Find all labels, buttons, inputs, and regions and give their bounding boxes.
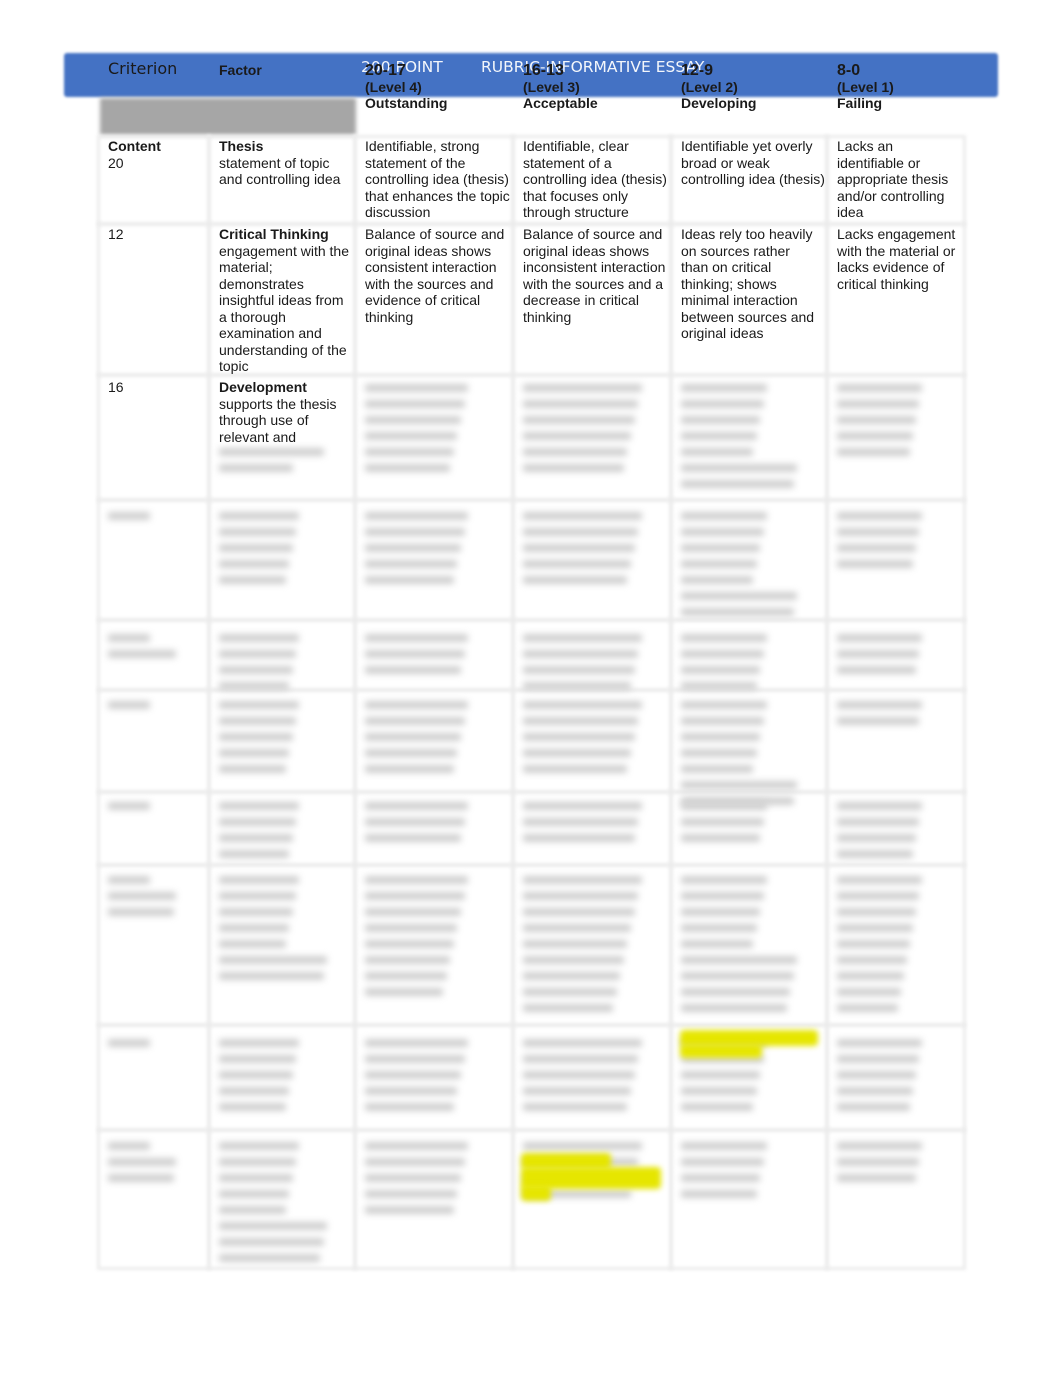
obscured-text: [523, 701, 643, 781]
obscured-text: [837, 512, 937, 576]
obscured-text: [365, 876, 485, 1004]
obscured-text: [365, 384, 485, 480]
obscured-text: [837, 876, 937, 1020]
column-header-level4: 20-17 (Level 4) Outstanding: [365, 62, 448, 112]
obscured-text: [837, 701, 937, 733]
obscured-text: [523, 1039, 643, 1119]
obscured-text: [108, 634, 178, 666]
column-divider: [207, 135, 211, 1270]
rubric-page: 200 POINT RUBRIC-INFORMATIVE ESSAY Crite…: [0, 0, 1062, 1377]
column-header-level1: 8-0 (Level 1) Failing: [837, 62, 894, 112]
obscured-text: [219, 1142, 329, 1270]
row-divider: [97, 618, 966, 622]
obscured-text: [108, 802, 178, 818]
obscured-text: [681, 876, 801, 1020]
row-divider: [97, 790, 966, 794]
row-criterion: 16: [108, 379, 124, 395]
row-criterion: Content 20: [108, 138, 161, 171]
obscured-text: [219, 634, 329, 698]
column-header-criterion: Criterion: [108, 59, 178, 78]
obscured-text: [365, 802, 485, 850]
row-level4-desc: Balance of source and original ideas sho…: [365, 226, 505, 325]
row-divider: [97, 1128, 966, 1132]
row-factor: Thesis statement of topic and controllin…: [219, 138, 341, 187]
obscured-text: [365, 701, 485, 781]
row-level3-desc: Balance of source and original ideas sho…: [523, 226, 666, 325]
obscured-text: [365, 634, 485, 682]
obscured-text: [108, 1142, 178, 1190]
highlight-mark: [680, 1044, 762, 1058]
column-header-factor: Factor: [219, 62, 262, 78]
obscured-text: [837, 384, 937, 464]
obscured-text: [108, 876, 178, 924]
obscured-text: [681, 701, 801, 813]
column-divider: [825, 135, 829, 1270]
obscured-text: [681, 384, 801, 496]
obscured-text: [837, 1039, 937, 1119]
obscured-text: [219, 701, 329, 781]
obscured-text: [219, 1039, 329, 1119]
obscured-text: [365, 1142, 485, 1222]
obscured-text: [108, 512, 178, 528]
row-criterion: 12: [108, 226, 124, 242]
obscured-text: [523, 384, 643, 480]
obscured-text: [681, 512, 801, 624]
row-level1-desc: Lacks an identifiable or appropriate the…: [837, 138, 949, 220]
obscured-text: [219, 448, 324, 480]
row-level3-desc: Identifiable, clear statement of a contr…: [523, 138, 667, 220]
obscured-text: [108, 701, 178, 717]
row-level2-desc: Identifiable yet overly broad or weak co…: [681, 138, 825, 187]
obscured-text: [219, 876, 329, 988]
obscured-text: [681, 1142, 801, 1206]
row-divider: [97, 1023, 966, 1027]
obscured-text: [523, 802, 643, 850]
obscured-text: [837, 802, 937, 866]
obscured-text: [837, 1142, 937, 1190]
obscured-text: [681, 802, 801, 850]
row-level4-desc: Identifiable, strong statement of the co…: [365, 138, 510, 220]
obscured-text: [523, 876, 643, 1020]
column-divider: [669, 135, 673, 1270]
obscured-text: [108, 1039, 178, 1055]
row-level1-desc: Lacks engagement with the material or la…: [837, 226, 956, 292]
row-divider: [97, 498, 966, 502]
obscured-text: [365, 1039, 485, 1119]
obscured-text: [219, 512, 329, 592]
column-divider: [511, 135, 515, 1270]
obscured-text: [523, 512, 643, 592]
row-factor: Development supports the thesis through …: [219, 379, 337, 445]
obscured-text: [365, 512, 485, 592]
obscured-text: [837, 634, 937, 682]
obscured-text: [523, 634, 643, 698]
row-factor: Critical Thinking engagement with the ma…: [219, 226, 349, 374]
row-level2-desc: Ideas rely too heavily on sources rather…: [681, 226, 815, 341]
highlight-mark: [521, 1185, 551, 1201]
column-header-level2: 12-9 (Level 2) Developing: [681, 62, 757, 112]
obscured-text: [681, 634, 801, 698]
obscured-text: [219, 802, 329, 866]
column-header-level3: 16-13 (Level 3) Acceptable: [523, 62, 598, 112]
